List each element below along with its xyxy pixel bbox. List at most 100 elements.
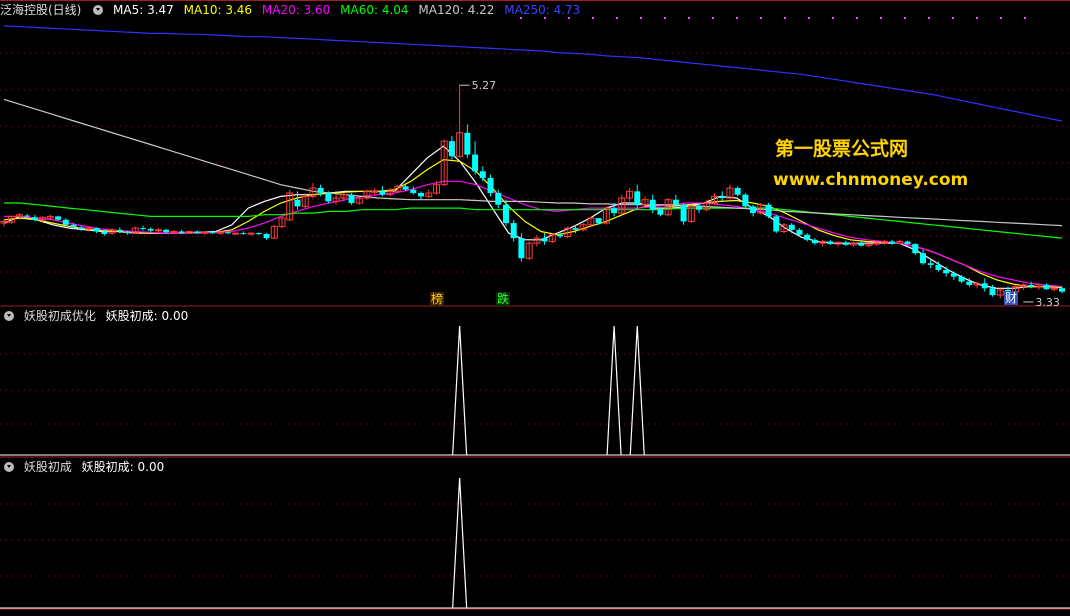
candle-body [572, 228, 579, 230]
panel2-value: 妖股初成: 0.00 [105, 309, 189, 323]
candle-body [904, 241, 911, 244]
candle-body [1043, 284, 1050, 290]
candle-body [78, 227, 85, 229]
candle-body [448, 141, 455, 157]
ma60-label: MA60: 4.04 [340, 3, 409, 17]
grid-dot [592, 17, 594, 19]
grid-dot [664, 17, 666, 19]
grid-dot [1024, 17, 1026, 19]
legend-toggle-icon[interactable] [93, 5, 104, 15]
ma-line-ma20 [4, 180, 1063, 288]
candle-body [611, 208, 618, 214]
candle-body [247, 232, 255, 235]
panel2-title[interactable]: 妖股初成优化 [24, 309, 96, 323]
panel2-legend: 妖股初成优化 妖股初成: 0.00 [0, 307, 194, 325]
main-legend: 泛海控股(日线) MA5: 3.47 MA10: 3.46 MA20: 3.60… [0, 1, 586, 19]
grid-dot [712, 17, 714, 19]
candle-body [680, 204, 687, 222]
candle-body [773, 216, 780, 232]
candle-body [950, 273, 957, 277]
annotation-label: 3.33 [1035, 296, 1060, 309]
candle-body [93, 228, 100, 232]
panel3-toggle-icon[interactable] [4, 462, 14, 472]
candle-body [479, 171, 486, 178]
candle-body [178, 231, 185, 234]
candle-body [85, 227, 93, 230]
grid-dot [904, 17, 906, 19]
candle-body [796, 229, 803, 235]
candle-body [889, 241, 896, 244]
candle-body [518, 238, 525, 259]
ma250-label: MA250: 4.73 [504, 3, 581, 17]
ma10-label: MA10: 3.46 [183, 3, 253, 17]
candle-body [750, 206, 757, 214]
candle-body [696, 206, 703, 210]
candle-body [742, 194, 749, 207]
candle-body [487, 177, 494, 194]
grid-dot [952, 17, 954, 19]
candle-body [62, 219, 69, 225]
grid-dot [832, 17, 834, 19]
candle-body [255, 233, 262, 235]
candle-body [124, 231, 131, 234]
candle-body [31, 217, 38, 220]
marker-bang[interactable]: 榜 [430, 292, 445, 306]
grid-dot [808, 17, 810, 19]
candle-body [418, 193, 425, 197]
candle-body [541, 238, 548, 242]
grid-dot [1000, 17, 1002, 19]
panel3-title[interactable]: 妖股初成 [24, 460, 72, 474]
annotation-label: 5.27 [472, 79, 497, 92]
watermark-url: www.chnmoney.com [773, 170, 969, 190]
candle-body [989, 288, 996, 295]
candle-body [919, 253, 926, 264]
candle-body [240, 233, 247, 235]
ma120-label: MA120: 4.22 [418, 3, 495, 17]
candle-body [402, 186, 409, 190]
candle-body [163, 229, 170, 233]
candle-body [649, 199, 656, 210]
ma5-label: MA5: 3.47 [113, 3, 174, 17]
candle-body [827, 241, 834, 244]
grid-dot [928, 17, 930, 19]
candle-body [294, 199, 301, 207]
candle-body [912, 244, 919, 254]
candle-body [170, 230, 178, 233]
candle-body [472, 154, 479, 172]
candle-body [811, 239, 818, 244]
candle-body [201, 231, 209, 234]
candle-body [209, 232, 216, 234]
grid-dot [688, 17, 690, 19]
candle-body [765, 204, 772, 217]
candle-body [734, 188, 741, 195]
marker-die[interactable]: 跌 [496, 292, 511, 306]
candle-body [804, 234, 811, 240]
candle-body [263, 233, 270, 239]
candle-body [958, 276, 965, 282]
candle-body [371, 190, 379, 193]
candle-body [719, 196, 726, 199]
marker-cai[interactable]: 财 [1004, 291, 1019, 305]
candle-body [842, 242, 849, 245]
candle-body [154, 229, 162, 232]
candle-body [966, 281, 973, 285]
candle-body [1028, 284, 1035, 287]
stock-title[interactable]: 泛海控股(日线) [0, 3, 81, 17]
candle-body [101, 231, 108, 234]
candle-body [232, 232, 240, 235]
candle-body [657, 209, 664, 215]
candle-body [557, 234, 564, 237]
candle-body [595, 218, 602, 224]
watermark-title: 第一股票公式网 [775, 138, 909, 160]
panel3-spike [452, 477, 468, 609]
panel2-toggle-icon[interactable] [4, 311, 14, 321]
candle-body [788, 224, 795, 230]
grid-dot [880, 17, 882, 19]
candle-body [634, 191, 641, 205]
candle-body [55, 216, 62, 220]
candle-body [858, 243, 865, 246]
candle-body [464, 132, 471, 155]
candle-body [140, 228, 147, 230]
candle-body [410, 189, 417, 194]
candle-body [379, 191, 386, 195]
